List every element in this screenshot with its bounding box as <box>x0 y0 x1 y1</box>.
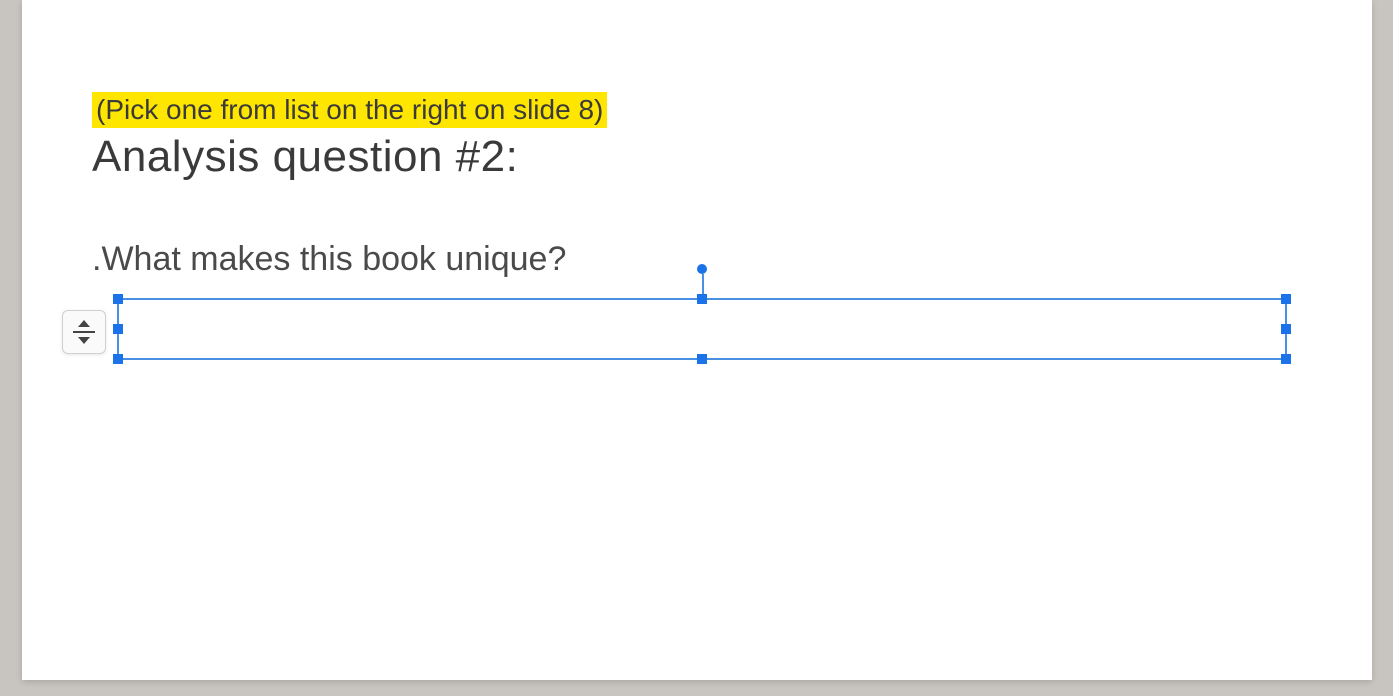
rotate-handle[interactable] <box>697 264 707 274</box>
chevron-up-icon <box>78 320 90 327</box>
rotate-connector-line <box>702 274 704 294</box>
resize-handle-bottom-middle[interactable] <box>697 354 707 364</box>
resize-handle-bottom-right[interactable] <box>1281 354 1291 364</box>
selected-textbox[interactable] <box>117 298 1287 360</box>
slide-canvas[interactable]: (Pick one from list on the right on slid… <box>22 0 1372 680</box>
resize-handle-bottom-left[interactable] <box>113 354 123 364</box>
resize-handle-top-middle[interactable] <box>697 294 707 304</box>
resize-handle-middle-right[interactable] <box>1281 324 1291 334</box>
resize-handle-top-left[interactable] <box>113 294 123 304</box>
stepper-divider <box>73 331 95 333</box>
slide-heading[interactable]: Analysis question #2: <box>92 132 518 182</box>
chevron-down-icon <box>78 337 90 344</box>
resize-handle-middle-left[interactable] <box>113 324 123 334</box>
resize-handle-top-right[interactable] <box>1281 294 1291 304</box>
line-spacing-stepper[interactable] <box>62 310 106 354</box>
highlighted-instruction-text[interactable]: (Pick one from list on the right on slid… <box>92 92 607 128</box>
slide-body-text[interactable]: .What makes this book unique? <box>92 240 566 279</box>
